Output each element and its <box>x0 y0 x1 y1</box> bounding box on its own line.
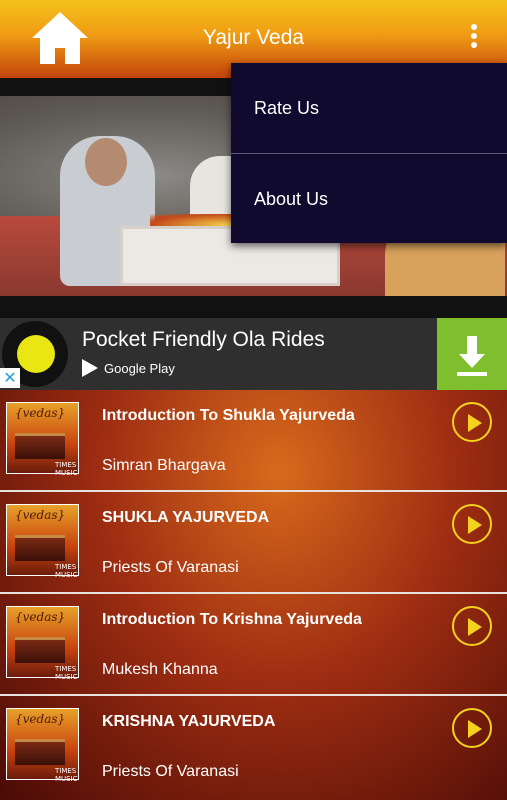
play-button[interactable] <box>452 504 492 544</box>
track-artist: Mukesh Khanna <box>102 661 218 678</box>
album-art: {vedas} TIMES MUSIC <box>6 708 79 783</box>
album-art: {vedas} TIMES MUSIC <box>6 504 79 579</box>
play-icon <box>468 414 482 432</box>
track-title: Introduction To Shukla Yajurveda <box>102 407 355 424</box>
play-icon <box>468 720 482 738</box>
track-title: SHUKLA YAJURVEDA <box>102 509 270 526</box>
more-vertical-icon[interactable] <box>462 24 486 54</box>
app-title: Yajur Veda <box>202 26 305 49</box>
track-title: Introduction To Krishna Yajurveda <box>102 611 362 628</box>
menu-item-about-us[interactable]: About Us <box>231 154 507 244</box>
list-item[interactable]: {vedas} TIMES MUSIC Introduction To Kris… <box>0 594 507 696</box>
menu-item-rate-us[interactable]: Rate Us <box>231 63 507 153</box>
download-icon <box>457 336 487 376</box>
album-art: {vedas} TIMES MUSIC <box>6 402 79 477</box>
play-button[interactable] <box>452 708 492 748</box>
overflow-menu: Rate Us About Us <box>231 63 507 243</box>
play-button[interactable] <box>452 606 492 646</box>
ad-download-button[interactable] <box>437 318 507 390</box>
track-artist: Priests Of Varanasi <box>102 559 239 576</box>
track-artist: Priests Of Varanasi <box>102 763 239 780</box>
list-item[interactable]: {vedas} TIMES MUSIC Introduction To Shuk… <box>0 390 507 492</box>
google-play-icon <box>82 359 98 377</box>
play-button[interactable] <box>452 402 492 442</box>
album-art: {vedas} TIMES MUSIC <box>6 606 79 681</box>
track-list: {vedas} TIMES MUSIC Introduction To Shuk… <box>0 390 507 800</box>
ad-banner[interactable]: Pocket Friendly Ola Rides Google Play <box>0 318 507 390</box>
google-play-badge: Google Play <box>82 359 175 377</box>
track-artist: Simran Bhargava <box>102 457 226 474</box>
ad-close-icon[interactable]: ✕ <box>0 368 20 388</box>
ad-title: Pocket Friendly Ola Rides <box>82 328 325 351</box>
list-item[interactable]: {vedas} TIMES MUSIC SHUKLA YAJURVEDA Pri… <box>0 492 507 594</box>
track-title: KRISHNA YAJURVEDA <box>102 713 276 730</box>
google-play-label: Google Play <box>104 360 175 376</box>
play-icon <box>468 618 482 636</box>
play-icon <box>468 516 482 534</box>
list-item[interactable]: {vedas} TIMES MUSIC KRISHNA YAJURVEDA Pr… <box>0 696 507 798</box>
